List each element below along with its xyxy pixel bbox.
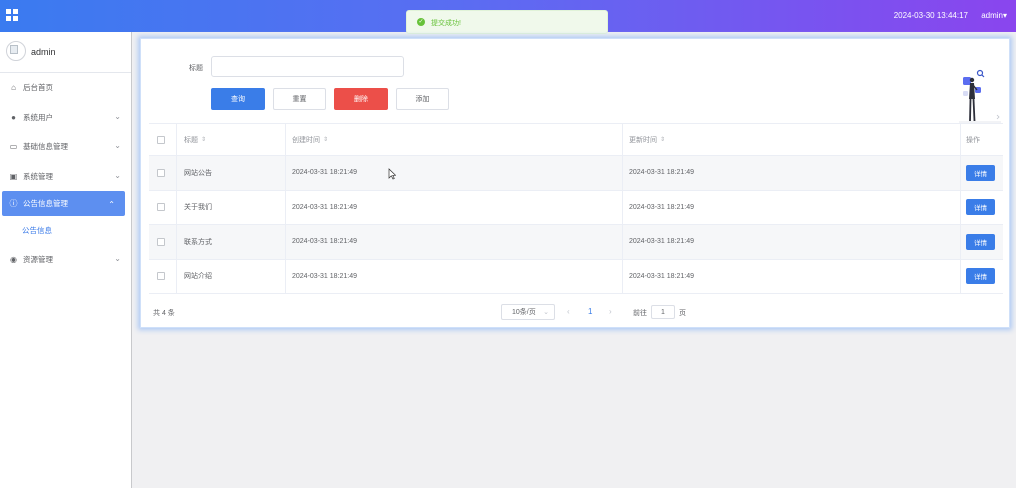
goto-label: 前往 xyxy=(633,310,647,317)
check-circle-icon: ✓ xyxy=(417,18,425,26)
chevron-down-icon: ⌄ xyxy=(114,111,121,121)
total-count: 共 4 条 xyxy=(153,310,175,317)
sidebar: admin ⌂ 后台首页 ● 系统用户 ⌄ ▭ 基础信息管理 ⌄ ▣ 系统管理 … xyxy=(0,32,132,488)
cell-updated: 2024-03-31 18:21:49 xyxy=(629,272,694,280)
sort-icon[interactable]: ⇕ xyxy=(323,136,328,143)
goto-page-input[interactable]: 1 xyxy=(651,305,675,319)
profile-name: admin xyxy=(31,47,56,57)
sidebar-item-home[interactable]: ⌂ 后台首页 xyxy=(0,73,131,103)
column-title-label: 标题 xyxy=(184,136,198,144)
sidebar-item-label: 基础信息管理 xyxy=(23,142,68,152)
sort-icon[interactable]: ⇕ xyxy=(660,136,665,143)
chevron-down-icon: ⌄ xyxy=(114,141,121,150)
sidebar-item-notice-management[interactable]: ⓘ 公告信息管理 ⌃ xyxy=(2,191,125,216)
cell-title: 联系方式 xyxy=(184,238,212,246)
table-row: 网站介绍 2024-03-31 18:21:49 2024-03-31 18:2… xyxy=(149,259,1003,294)
sidebar-item-resource-management[interactable]: ◉ 资源管理 ⌄ xyxy=(0,245,131,275)
sidebar-item-system-management[interactable]: ▣ 系统管理 ⌄ xyxy=(0,162,131,192)
sidebar-subitem-notice-info[interactable]: 公告信息 xyxy=(0,216,131,245)
person-search-illustration xyxy=(959,69,1001,123)
notice-table: 标题 ⇕ 创建时间 ⇕ 更新时间 ⇕ 操作 网站公告 2024-03-31 18:21… xyxy=(149,123,1003,294)
datetime-display: 2024-03-30 13:44:17 xyxy=(893,11,968,20)
cell-created: 2024-03-31 18:21:49 xyxy=(292,238,357,246)
page-number[interactable]: 1 xyxy=(588,307,592,316)
sidebar-item-label: 公告信息管理 xyxy=(23,199,68,208)
avatar xyxy=(6,41,26,61)
chevron-down-icon: ⌄ xyxy=(543,309,549,316)
mouse-cursor-icon xyxy=(388,168,396,180)
chevron-down-icon: ▾ xyxy=(1002,11,1007,20)
sidebar-profile: admin xyxy=(0,32,131,73)
document-icon: ▭ xyxy=(9,142,18,152)
pagination: 共 4 条 10条/页 ⌄ ‹ 1 › 前往 1 页 xyxy=(141,302,1011,322)
column-header-title[interactable]: 标题 ⇕ xyxy=(184,124,206,155)
user-menu[interactable]: admin▾ xyxy=(981,11,1007,20)
row-checkbox[interactable] xyxy=(157,203,165,212)
cell-created: 2024-03-31 18:21:49 xyxy=(292,203,357,211)
detail-button[interactable]: 详情 xyxy=(966,199,995,216)
chevron-down-icon: ⌄ xyxy=(114,170,121,180)
chevron-up-icon: ⌃ xyxy=(108,200,115,209)
detail-button[interactable]: 详情 xyxy=(966,233,995,250)
cell-updated: 2024-03-31 18:21:49 xyxy=(629,203,694,211)
table-row: 关于我们 2024-03-31 18:21:49 2024-03-31 18:2… xyxy=(149,190,1003,225)
cell-title: 网站公告 xyxy=(184,169,212,177)
prev-page-icon[interactable]: ‹ xyxy=(567,307,570,316)
next-page-icon[interactable]: › xyxy=(609,307,612,316)
sidebar-item-label: 后台首页 xyxy=(23,83,53,93)
detail-button[interactable]: 详情 xyxy=(966,164,995,181)
page-size-select[interactable]: 10条/页 ⌄ xyxy=(501,304,555,320)
search-title-input[interactable] xyxy=(211,56,404,77)
row-checkbox[interactable] xyxy=(157,272,165,281)
table-row: 网站公告 2024-03-31 18:21:49 2024-03-31 18:2… xyxy=(149,156,1003,191)
delete-button[interactable]: 删除 xyxy=(334,88,388,110)
chevron-down-icon: ⌄ xyxy=(114,254,121,263)
sidebar-item-basic-info[interactable]: ▭ 基础信息管理 ⌄ xyxy=(0,132,131,162)
cell-updated: 2024-03-31 18:21:49 xyxy=(629,169,694,177)
goto-unit: 页 xyxy=(679,310,686,317)
cell-updated: 2024-03-31 18:21:49 xyxy=(629,238,694,246)
column-actions-label: 操作 xyxy=(966,136,980,144)
user-icon: ● xyxy=(11,112,16,122)
location-icon: ◉ xyxy=(10,255,17,265)
cell-created: 2024-03-31 18:21:49 xyxy=(292,272,357,280)
cell-title: 网站介绍 xyxy=(184,273,212,281)
toast-message: 提交成功! xyxy=(431,20,461,27)
select-all-cell xyxy=(157,124,165,155)
search-title-label: 标题 xyxy=(189,65,203,72)
main-panel: 标题 查询 重置 删除 添加 标题 ⇕ 创建时间 ⇕ 更新时间 ⇕ 操作 网站公… xyxy=(140,38,1010,328)
sidebar-item-label: 系统管理 xyxy=(23,171,53,181)
detail-button[interactable]: 详情 xyxy=(966,268,995,285)
reset-button[interactable]: 重置 xyxy=(273,88,326,110)
column-header-created[interactable]: 创建时间 ⇕ xyxy=(292,124,328,155)
column-header-updated[interactable]: 更新时间 ⇕ xyxy=(629,124,665,155)
sort-icon[interactable]: ⇕ xyxy=(201,136,206,143)
table-header: 标题 ⇕ 创建时间 ⇕ 更新时间 ⇕ 操作 xyxy=(149,123,1003,156)
table-row: 联系方式 2024-03-31 18:21:49 2024-03-31 18:2… xyxy=(149,225,1003,260)
info-icon: ⓘ xyxy=(9,199,18,208)
success-toast: ✓ 提交成功! xyxy=(406,10,608,34)
home-icon: ⌂ xyxy=(11,83,16,93)
row-checkbox[interactable] xyxy=(157,237,165,246)
select-all-checkbox[interactable] xyxy=(157,135,165,144)
sidebar-item-label: 系统用户 xyxy=(23,112,53,122)
add-button[interactable]: 添加 xyxy=(396,88,449,110)
image-icon: ▣ xyxy=(9,171,18,181)
sidebar-subitem-label: 公告信息 xyxy=(22,226,52,235)
cell-title: 关于我们 xyxy=(184,204,212,212)
menu-grid-icon[interactable] xyxy=(6,9,18,21)
query-button[interactable]: 查询 xyxy=(211,88,265,110)
column-header-actions: 操作 xyxy=(966,124,980,155)
page-size-value: 10条/页 xyxy=(512,309,536,316)
user-name: admin xyxy=(981,11,1003,20)
sidebar-item-system-users[interactable]: ● 系统用户 ⌄ xyxy=(0,103,131,133)
sidebar-item-label: 资源管理 xyxy=(23,255,53,265)
row-checkbox[interactable] xyxy=(157,168,165,177)
cell-created: 2024-03-31 18:21:49 xyxy=(292,169,357,177)
column-created-label: 创建时间 xyxy=(292,136,320,144)
column-updated-label: 更新时间 xyxy=(629,136,657,144)
